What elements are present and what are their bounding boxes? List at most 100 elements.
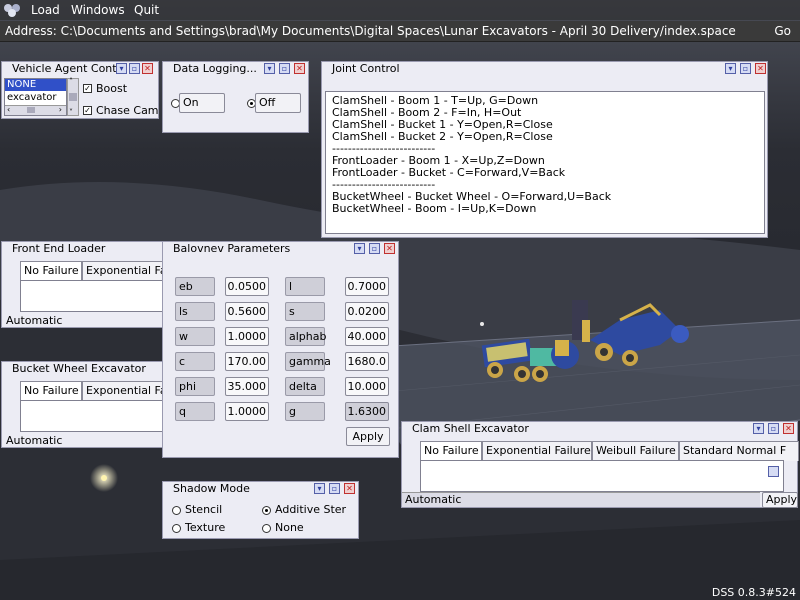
param-g-label: g [285,402,325,421]
minimize-icon[interactable]: ▾ [354,243,365,254]
param-phi-input[interactable]: 35.000 [225,377,269,396]
param-eb-label: eb [175,277,215,296]
title-bar[interactable]: Balovnev Parameters ▾ ▫ ✕ [163,242,398,256]
param-q-input[interactable]: 1.0000 [225,402,269,421]
title-bar[interactable]: Data Logging... ▾ ▫ ✕ [163,62,308,76]
horizontal-scrollbar[interactable]: ‹ › [5,105,66,115]
tab-exponential-failure[interactable]: Exponential Fa [82,381,172,401]
status-label: Automatic [6,314,63,327]
scroll-down-icon[interactable]: ˅ [69,108,73,117]
apply-button[interactable]: Apply [762,492,798,508]
boost-label: Boost [96,82,128,95]
param-s-input[interactable]: 0.0200 [345,302,389,321]
address-value: C:\Documents and Settings\brad\My Docume… [60,24,736,38]
param-eb-input[interactable]: 0.0500 [225,277,269,296]
menu-windows[interactable]: Windows [71,3,125,17]
vertical-scrollbar[interactable]: ˄ ˅ [67,77,79,117]
close-icon[interactable]: ✕ [344,483,355,494]
scroll-up-icon[interactable]: ˄ [69,77,73,86]
balovnev-parameters-window: Balovnev Parameters ▾ ▫ ✕ eb 0.0500 l 0.… [162,241,399,458]
title-bar[interactable]: Shadow Mode ▾ ▫ ✕ [163,482,358,496]
menu-load[interactable]: Load [31,3,60,17]
param-g-input[interactable]: 1.6300 [345,402,389,421]
address-bar: Address: C:\Documents and Settings\brad\… [0,21,800,42]
param-gamma-label: gamma [285,352,331,371]
minimize-icon[interactable]: ▾ [725,63,736,74]
minimize-icon[interactable]: ▾ [753,423,764,434]
close-icon[interactable]: ✕ [384,243,395,254]
param-delta-input[interactable]: 10.000 [345,377,389,396]
minimize-icon[interactable]: ▾ [116,63,127,74]
window-title: Clam Shell Excavator [412,422,529,435]
tab-panel [20,280,170,312]
vehicle-list[interactable]: NONE excavator ‹ › [4,78,67,116]
title-bar[interactable]: Front End Loader [2,242,162,256]
status-bar: Automatic [402,492,760,507]
shadow-none-label: None [275,521,304,534]
panel-toggle-button[interactable] [768,466,779,477]
maximize-icon[interactable]: ▫ [129,63,140,74]
title-bar[interactable]: Joint Control ▾ ▫ ✕ [322,62,767,76]
list-item[interactable]: NONE [5,79,66,91]
app-logo-icon [4,4,20,17]
apply-button[interactable]: Apply [346,427,390,446]
title-bar[interactable]: Bucket Wheel Excavator [2,362,162,376]
close-icon[interactable]: ✕ [783,423,794,434]
scroll-left-icon[interactable]: ‹ [7,105,10,114]
close-icon[interactable]: ✕ [755,63,766,74]
tab-no-failure[interactable]: No Failure [420,441,482,461]
boost-checkbox[interactable]: ✓ [83,84,92,93]
list-item[interactable]: excavator [5,92,66,104]
close-icon[interactable]: ✕ [142,63,153,74]
address-label: Address: [5,24,57,38]
shadow-mode-window: Shadow Mode ▾ ▫ ✕ Stencil Additive Ster … [162,481,359,539]
scroll-thumb[interactable] [27,107,35,113]
logging-off-button[interactable]: Off [255,93,301,113]
minimize-icon[interactable]: ▾ [314,483,325,494]
param-ls-label: ls [175,302,215,321]
shadow-stencil-label: Stencil [185,503,223,516]
menu-quit[interactable]: Quit [134,3,159,17]
go-button[interactable]: Go [774,24,791,38]
title-bar[interactable]: Clam Shell Excavator ▾ ▫ ✕ [402,422,797,436]
scroll-right-icon[interactable]: › [59,105,62,114]
tab-no-failure[interactable]: No Failure [20,261,82,281]
shadow-stencil-radio[interactable] [172,506,181,515]
param-alphab-input[interactable]: 40.000 [345,327,389,346]
param-w-label: w [175,327,215,346]
bucket-wheel-window: Bucket Wheel Excavator No Failure Expone… [1,361,172,448]
tab-exponential-failure[interactable]: Exponential Failure [482,441,592,461]
tab-no-failure[interactable]: No Failure [20,381,82,401]
logging-on-button[interactable]: On [179,93,225,113]
version-label: DSS 0.8.3#524 [711,586,796,599]
status-label: Automatic [405,493,462,506]
param-ls-input[interactable]: 0.5600 [225,302,269,321]
param-w-input[interactable]: 1.0000 [225,327,269,346]
tab-panel [20,400,170,432]
window-title: Shadow Mode [173,482,250,495]
minimize-icon[interactable]: ▾ [264,63,275,74]
address-field[interactable]: Address: C:\Documents and Settings\brad\… [5,24,736,38]
shadow-texture-radio[interactable] [172,524,181,533]
shadow-additive-radio[interactable] [262,506,271,515]
close-icon[interactable]: ✕ [294,63,305,74]
scroll-thumb[interactable] [69,93,77,101]
title-bar[interactable]: Vehicle Agent Contr ▾ ▫ ✕ [2,62,158,76]
shadow-none-radio[interactable] [262,524,271,533]
vehicle-agent-window: Vehicle Agent Contr ▾ ▫ ✕ NONE excavator… [1,61,159,119]
tab-exponential-failure[interactable]: Exponential Fa [82,261,172,281]
param-alphab-label: alphab [285,327,326,346]
chase-cam-checkbox[interactable]: ✓ [83,106,92,115]
param-delta-label: delta [285,377,325,396]
param-gamma-input[interactable]: 1680.0 [345,352,389,371]
tab-standard-normal-failure[interactable]: Standard Normal F [679,441,799,461]
maximize-icon[interactable]: ▫ [369,243,380,254]
menu-bar: Load Windows Quit [0,0,800,20]
param-l-input[interactable]: 0.7000 [345,277,389,296]
maximize-icon[interactable]: ▫ [768,423,779,434]
maximize-icon[interactable]: ▫ [279,63,290,74]
maximize-icon[interactable]: ▫ [740,63,751,74]
tab-weibull-failure[interactable]: Weibull Failure [592,441,679,461]
maximize-icon[interactable]: ▫ [329,483,340,494]
param-c-input[interactable]: 170.00 [225,352,269,371]
